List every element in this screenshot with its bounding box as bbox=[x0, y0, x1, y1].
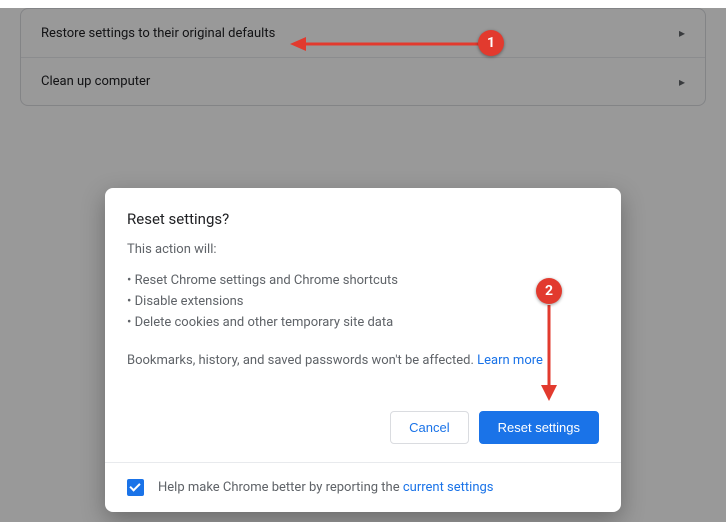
dialog-note: Bookmarks, history, and saved passwords … bbox=[127, 351, 599, 371]
bullet-item: • Reset Chrome settings and Chrome short… bbox=[127, 271, 599, 292]
modal-overlay: Reset settings? This action will: • Rese… bbox=[0, 8, 726, 522]
dialog-bullets: • Reset Chrome settings and Chrome short… bbox=[127, 271, 599, 333]
current-settings-link[interactable]: current settings bbox=[403, 480, 494, 495]
reset-settings-button[interactable]: Reset settings bbox=[479, 411, 599, 444]
dialog-lead: This action will: bbox=[127, 242, 599, 257]
bullet-item: • Disable extensions bbox=[127, 292, 599, 313]
annotation-badge-2: 2 bbox=[536, 278, 562, 304]
annotation-badge-1: 1 bbox=[478, 30, 504, 56]
learn-more-link[interactable]: Learn more bbox=[477, 353, 543, 368]
cancel-button[interactable]: Cancel bbox=[390, 411, 468, 444]
help-reporting-label: Help make Chrome better by reporting the… bbox=[158, 480, 494, 495]
dialog-title: Reset settings? bbox=[127, 210, 599, 228]
help-reporting-checkbox[interactable] bbox=[127, 479, 144, 496]
bullet-item: • Delete cookies and other temporary sit… bbox=[127, 313, 599, 334]
reset-settings-dialog: Reset settings? This action will: • Rese… bbox=[105, 188, 621, 512]
